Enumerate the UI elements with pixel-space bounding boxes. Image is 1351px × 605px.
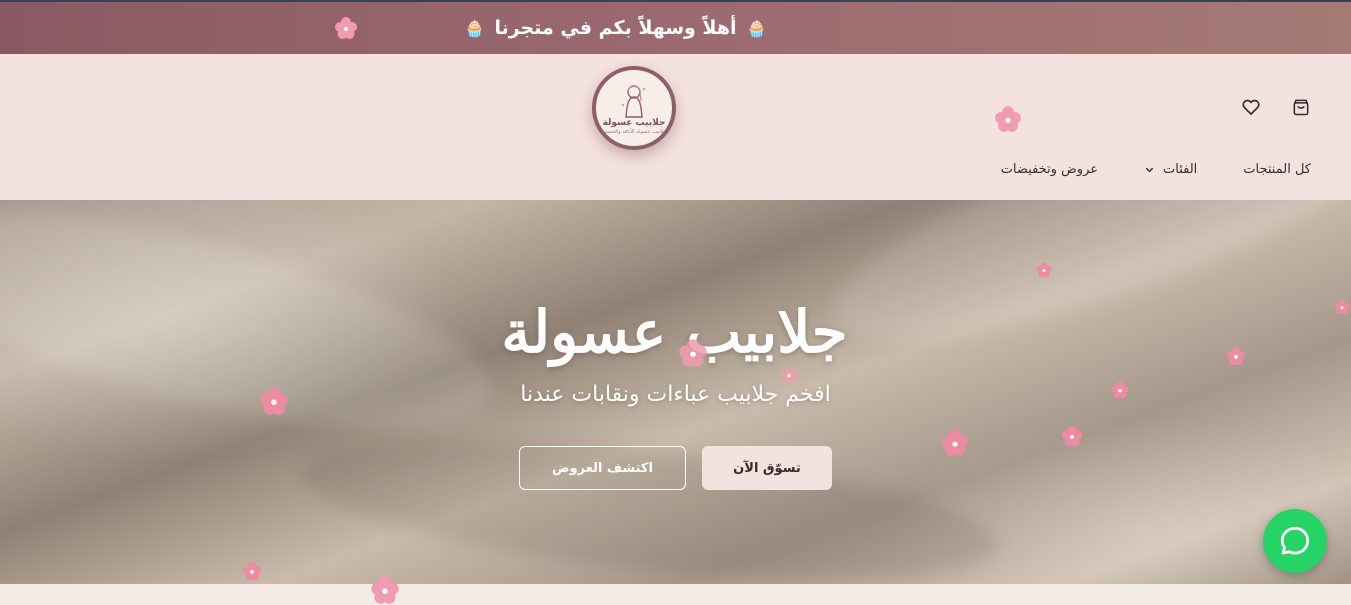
whatsapp-button[interactable] — [1263, 509, 1327, 573]
shopping-bag-icon[interactable] — [1290, 96, 1312, 118]
woman-silhouette-icon — [621, 85, 646, 118]
main-nav: كل المنتجات الفئات عروض وتخفيضات — [1001, 162, 1311, 177]
welcome-text: أهلاً وسهلاً بكم في متجرنا — [494, 17, 737, 39]
site-header: جلابيب عسولة جلابيب عسولة للأناقة والحشم… — [0, 54, 1351, 200]
nav-all-products[interactable]: كل المنتجات — [1243, 162, 1311, 177]
fabric-shadow — [295, 413, 1005, 584]
nav-categories[interactable]: الفئات — [1144, 162, 1197, 177]
page-content-start — [0, 584, 1351, 601]
cupcake-icon: 🧁 — [464, 18, 485, 38]
cupcake-icon: 🧁 — [746, 18, 767, 38]
logo-tagline: جلابيب عسولة للأناقة والحشمة — [602, 129, 666, 135]
whatsapp-icon — [1280, 526, 1310, 555]
nav-offers[interactable]: عروض وتخفيضات — [1001, 162, 1098, 177]
logo-name: جلابيب عسولة — [602, 118, 666, 128]
header-actions — [1240, 96, 1312, 118]
welcome-message: 🧁 أهلاً وسهلاً بكم في متجرنا 🧁 — [465, 17, 767, 39]
heart-icon[interactable] — [1240, 96, 1262, 118]
nav-offers-label: عروض وتخفيضات — [1000, 162, 1099, 177]
nav-categories-label: الفئات — [1163, 162, 1198, 177]
nav-all-products-label: كل المنتجات — [1243, 162, 1311, 177]
hero-banner: جلابيب عسولة افخم جلابيب عباءات ونقابات … — [0, 200, 1351, 584]
discover-offers-button[interactable]: اكتشف العروض — [519, 446, 686, 490]
shop-now-button[interactable]: تسوّق الآن — [702, 446, 832, 490]
chevron-down-icon — [1145, 167, 1154, 173]
announcement-bar: 🧁 أهلاً وسهلاً بكم في متجرنا 🧁 — [0, 0, 1351, 54]
hero-title: جلابيب عسولة — [501, 298, 848, 366]
hero-subtitle: افخم جلابيب عباءات ونقابات عندنا — [520, 382, 831, 407]
store-logo[interactable]: جلابيب عسولة جلابيب عسولة للأناقة والحشم… — [592, 66, 676, 150]
